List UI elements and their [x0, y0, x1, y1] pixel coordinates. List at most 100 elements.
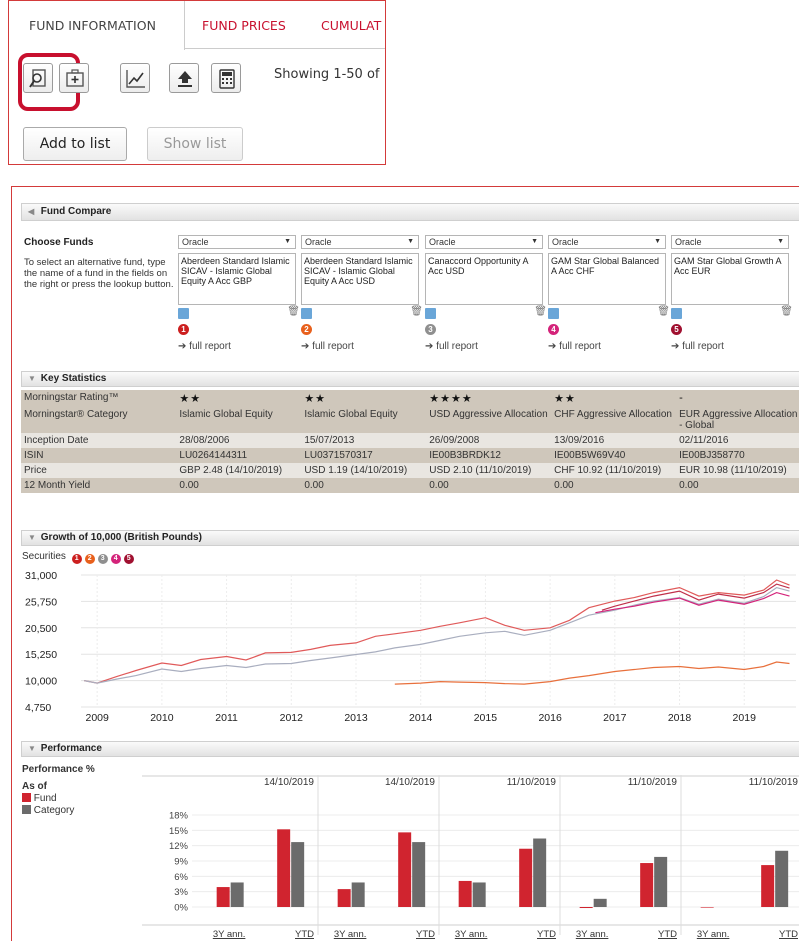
lookup-search-icon[interactable]	[671, 308, 682, 319]
key-stat-row: Inception Date 28/08/2006 15/07/2013 26/09/…	[21, 433, 799, 448]
fund-bar	[700, 907, 714, 908]
key-stat-value: 28/08/2006	[176, 433, 302, 448]
tab-fund-prices[interactable]: FUND PRICES	[202, 1, 286, 49]
x-tick-label: 2019	[733, 712, 757, 724]
show-list-button[interactable]: Show list	[147, 127, 243, 161]
key-stat-value: CHF Aggressive Allocation	[551, 407, 677, 433]
fund-name-field[interactable]: Aberdeen Standard Islamic SICAV - Islami…	[301, 253, 419, 305]
security-dot-5[interactable]: 5	[123, 554, 134, 564]
key-statistics-title: Key Statistics	[40, 373, 107, 384]
perf-y-tick: 9%	[174, 857, 188, 868]
fund-column-3: Oracle ▼ Canaccord Opportunity A Acc USD 🗑 3…	[425, 235, 547, 352]
full-report-link[interactable]: ➔ full report	[671, 341, 724, 352]
tab-fund-information[interactable]: FUND INFORMATION	[9, 1, 185, 50]
fund-number-badge: 4	[548, 324, 559, 335]
category-bar	[291, 842, 305, 907]
export-button[interactable]	[169, 63, 199, 93]
full-report-label: full report	[682, 341, 724, 352]
chart-button[interactable]	[120, 63, 150, 93]
key-stat-value: USD Aggressive Allocation	[426, 407, 552, 433]
fund-number-badge: 5	[671, 324, 682, 335]
as-of-label: As of	[22, 781, 47, 792]
fund-source-select[interactable]: Oracle ▼	[178, 235, 296, 249]
key-stat-label: Morningstar® Category	[21, 407, 177, 433]
showing-count: Showing 1-50 of	[274, 67, 380, 82]
add-to-list-button[interactable]: Add to list	[23, 127, 127, 161]
fund-bar	[216, 887, 230, 907]
arrow-right-icon: ➔	[548, 341, 560, 352]
perf-period-label[interactable]: YTD	[779, 929, 798, 940]
key-stat-row: Price GBP 2.48 (14/10/2019) USD 1.19 (14/1…	[21, 463, 799, 478]
lookup-search-icon[interactable]	[301, 308, 312, 319]
fund-name-field[interactable]: Canaccord Opportunity A Acc USD	[425, 253, 543, 305]
full-report-label: full report	[312, 341, 354, 352]
trash-icon[interactable]: 🗑	[534, 306, 547, 317]
choose-funds-help: To select an alternative fund, type the …	[24, 257, 174, 290]
fund-source-select[interactable]: Oracle ▼	[548, 235, 666, 249]
fund-source-select[interactable]: Oracle ▼	[425, 235, 543, 249]
key-stat-label: 12 Month Yield	[21, 478, 177, 493]
perf-period-label[interactable]: 3Y ann.	[576, 929, 609, 940]
trash-icon[interactable]: 🗑	[780, 306, 793, 317]
full-report-link[interactable]: ➔ full report	[425, 341, 478, 352]
fund-lookup-button[interactable]	[23, 63, 53, 93]
legend-fund-label: Fund	[33, 793, 57, 804]
calculator-button[interactable]	[211, 63, 241, 93]
key-stat-value: 0.00	[426, 478, 552, 493]
perf-period-label[interactable]: YTD	[537, 929, 556, 940]
fund-name-field[interactable]: GAM Star Global Growth A Acc EUR	[671, 253, 789, 305]
key-stat-value: LU0264144311	[176, 448, 302, 463]
perf-period-label[interactable]: YTD	[295, 929, 314, 940]
legend-category: Category	[22, 805, 74, 816]
perf-as-of-date: 11/10/2019	[507, 777, 557, 788]
full-report-link[interactable]: ➔ full report	[301, 341, 354, 352]
performance-header[interactable]: ▼ Performance	[21, 741, 799, 757]
security-dot-3[interactable]: 3	[97, 554, 108, 564]
performance-title: Performance	[40, 743, 102, 754]
full-report-link[interactable]: ➔ full report	[178, 341, 231, 352]
x-tick-label: 2017	[603, 712, 627, 724]
legend-category-label: Category	[33, 805, 75, 816]
security-dot-4[interactable]: 4	[110, 554, 121, 564]
lookup-search-icon[interactable]	[548, 308, 559, 319]
fund-bar	[277, 829, 291, 907]
perf-period-label[interactable]: 3Y ann.	[697, 929, 730, 940]
fund-source-select[interactable]: Oracle ▼	[671, 235, 789, 249]
performance-subtitle: Performance %	[22, 764, 95, 775]
key-statistics-header[interactable]: ▼ Key Statistics	[21, 371, 799, 387]
lookup-search-icon[interactable]	[425, 308, 436, 319]
fund-source-select[interactable]: Oracle ▼	[301, 235, 419, 249]
perf-period-label[interactable]: 3Y ann.	[213, 929, 246, 940]
perf-y-tick: 0%	[174, 903, 188, 914]
fund-compare-header[interactable]: ◀ Fund Compare	[21, 203, 799, 221]
key-stat-value: ★★★★	[426, 390, 552, 407]
trash-icon[interactable]: 🗑	[657, 306, 670, 317]
fund-name-field[interactable]: GAM Star Global Balanced A Acc CHF	[548, 253, 666, 305]
growth-header[interactable]: ▼ Growth of 10,000 (British Pounds)	[21, 530, 799, 546]
security-dot-1[interactable]: 1	[71, 554, 82, 564]
security-dot-2[interactable]: 2	[84, 554, 95, 564]
growth-series-4	[595, 591, 790, 614]
fund-name-field[interactable]: Aberdeen Standard Islamic SICAV - Islami…	[178, 253, 296, 305]
key-stat-row: 12 Month Yield 0.00 0.00 0.00 0.00 0.00	[21, 478, 799, 493]
key-stat-value: 02/11/2016	[676, 433, 799, 448]
full-report-link[interactable]: ➔ full report	[548, 341, 601, 352]
perf-period-label[interactable]: YTD	[416, 929, 435, 940]
lookup-search-icon[interactable]	[178, 308, 189, 319]
growth-title: Growth of 10,000 (British Pounds)	[40, 532, 202, 543]
key-stat-value: 0.00	[301, 478, 427, 493]
fund-source-value: Oracle	[429, 237, 456, 247]
fund-number-badge: 2	[301, 324, 312, 335]
fund-number-badge: 3	[425, 324, 436, 335]
tab-cumulative[interactable]: CUMULAT	[321, 1, 381, 49]
trash-icon[interactable]: 🗑	[410, 306, 423, 317]
perf-as-of-date: 11/10/2019	[628, 777, 678, 788]
perf-period-label[interactable]: 3Y ann.	[455, 929, 488, 940]
caret-down-icon: ▼	[654, 238, 661, 245]
add-portfolio-button[interactable]	[59, 63, 89, 93]
fund-column-1: Oracle ▼ Aberdeen Standard Islamic SICAV -…	[178, 235, 300, 352]
trash-icon[interactable]: 🗑	[287, 306, 300, 317]
caret-down-icon: ▼	[531, 238, 538, 245]
perf-period-label[interactable]: 3Y ann.	[334, 929, 367, 940]
perf-period-label[interactable]: YTD	[658, 929, 677, 940]
